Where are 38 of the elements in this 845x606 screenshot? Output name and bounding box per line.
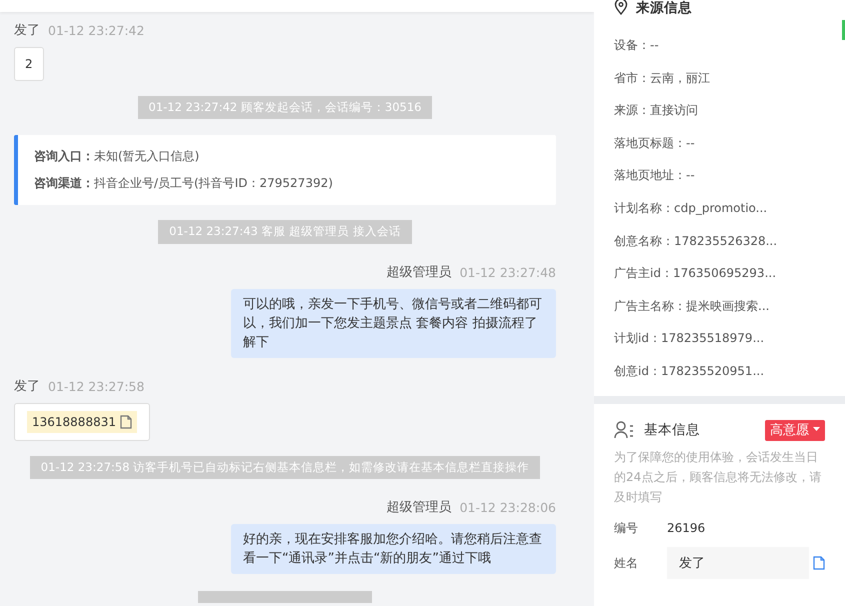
- info-field: 创意id：178235520951...: [614, 354, 825, 388]
- sender-name: 超级管理员: [386, 498, 452, 517]
- message-time: 01-12 23:27:58: [48, 378, 144, 396]
- info-field: 落地页地址：--: [614, 159, 825, 192]
- notice-text: 为了保障您的使用体验，会话发生当日的24点之后，顾客信息将无法修改，请及时填写: [614, 449, 822, 506]
- info-field: 省市：云南，丽江: [614, 62, 825, 94]
- info-field: 来源：直接访问: [614, 94, 825, 127]
- field-label: 编号: [614, 520, 639, 538]
- message-time: 01-12 23:27:42: [48, 22, 144, 40]
- field-value: 26196: [667, 520, 706, 538]
- sender-name: 发了: [14, 378, 40, 396]
- phone-number: 13618888831: [32, 414, 116, 430]
- info-field: 落地页标题：--: [614, 126, 825, 160]
- entry-info: 咨询渠道：抖音企业号/员工号(抖音号ID：279527392): [34, 175, 334, 192]
- info-field: 计划id：178235518979...: [614, 322, 825, 355]
- message-time: 01-12 23:28:06: [460, 498, 556, 517]
- location-pin-icon: [614, 1, 628, 15]
- caret-icon: [813, 427, 820, 432]
- sender-name: 超级管理员: [386, 264, 452, 282]
- message-time: 01-12 23:27:48: [460, 264, 556, 282]
- message-bubble: 2: [14, 47, 44, 81]
- info-field: 广告主名称：提米映画搜索...: [614, 290, 825, 322]
- user-list-icon: [614, 421, 636, 440]
- intent-dropdown[interactable]: 高意愿: [764, 420, 825, 442]
- info-field: 设备：--: [614, 29, 825, 62]
- field-label: 姓名: [614, 555, 639, 572]
- sender-name: 发了: [14, 22, 40, 40]
- info-field: 创意名称：178235526328...: [614, 224, 825, 258]
- message-bubble: 好的亲，现在安排客服加您介绍哈。请您稍后注意查看一下“通讯录”并点击“新的朋友”通过下哦: [231, 524, 556, 574]
- name-field[interactable]: 发了: [667, 547, 809, 580]
- message-bubble: 可以的哦，亲发一下手机号、微信号或者二维码都可以，我们加一下您发主题景点 套餐内容 拍摄流程了解下: [231, 288, 556, 358]
- info-field: 广告主id：176350695293...: [614, 257, 825, 290]
- entry-info: 咨询入口：未知(暂无入口信息): [34, 148, 200, 166]
- section-title: 基本信息: [644, 421, 700, 440]
- copy-icon[interactable]: [813, 556, 825, 570]
- copy-icon[interactable]: [120, 414, 132, 428]
- info-field: 计划名称：cdp_promotio...: [614, 192, 825, 225]
- section-title: 来源信息: [636, 0, 692, 16]
